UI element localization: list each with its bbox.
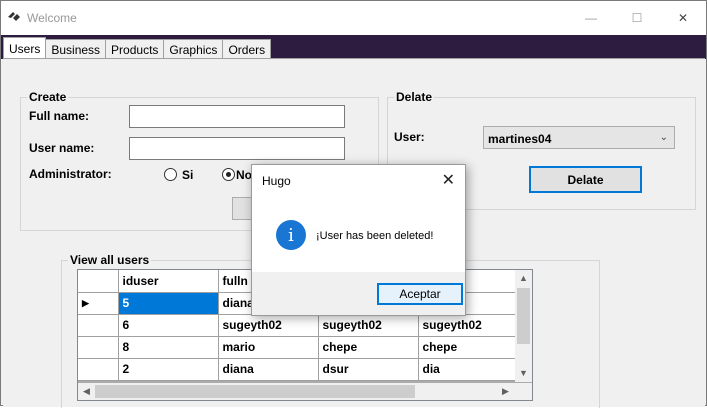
table-cell[interactable]: 8	[118, 336, 219, 359]
tab-business[interactable]: Business	[45, 39, 107, 59]
table-cell[interactable]: 5	[118, 292, 219, 315]
table-cell[interactable]: sugeyth02	[418, 314, 519, 337]
dialog-title: Hugo	[262, 174, 291, 188]
table-cell[interactable]: 2	[118, 358, 219, 381]
horizontal-scrollbar[interactable]: ◀ ▶	[78, 383, 516, 400]
table-cell[interactable]: 6	[118, 314, 219, 337]
create-group-title: Create	[27, 90, 69, 104]
delete-group-title: Delate	[394, 90, 435, 104]
horizontal-scroll-thumb[interactable]	[95, 385, 415, 398]
row-header-cell[interactable]	[78, 358, 119, 381]
delete-user-label: User:	[394, 130, 425, 144]
administrator-label: Administrator:	[29, 167, 112, 181]
dialog-message: ¡User has been deleted!	[316, 230, 434, 242]
view-users-title: View all users	[68, 253, 152, 267]
maximize-button[interactable]: ☐	[614, 1, 660, 35]
admin-no-radio[interactable]	[222, 168, 235, 181]
info-icon: i	[276, 220, 306, 250]
tab-bar: Users Business Products Graphics Orders	[3, 37, 272, 59]
table-cell[interactable]: dia	[418, 358, 519, 381]
row-header-cell[interactable]	[78, 336, 119, 359]
close-button[interactable]: ✕	[660, 1, 706, 35]
fullname-label: Full name:	[29, 109, 90, 123]
chevron-down-icon[interactable]: ⌄	[660, 132, 668, 143]
scrollbar-corner	[515, 383, 532, 400]
admin-si-radio[interactable]	[164, 168, 177, 181]
message-dialog: Hugo ✕ i ¡User has been deleted! Aceptar	[251, 164, 466, 316]
grid-corner-cell	[78, 270, 119, 293]
main-window: Welcome — ☐ ✕ Users Business Products Gr…	[0, 0, 707, 408]
username-label: User name:	[29, 141, 95, 155]
delete-user-value: martines04	[488, 132, 552, 146]
table-cell[interactable]: sugeyth02	[218, 314, 319, 337]
table-cell[interactable]: diana	[218, 358, 319, 381]
username-input[interactable]	[129, 137, 345, 160]
column-header-iduser[interactable]: iduser	[118, 270, 219, 293]
window-title: Welcome	[27, 11, 77, 25]
table-cell[interactable]: sugeyth02	[318, 314, 419, 337]
table-cell[interactable]: chepe	[318, 336, 419, 359]
minimize-button[interactable]: —	[568, 1, 614, 35]
accept-button[interactable]: Aceptar	[377, 283, 463, 305]
admin-si-label[interactable]: Si	[182, 168, 193, 182]
vertical-scroll-thumb[interactable]	[517, 288, 530, 344]
scroll-left-icon[interactable]: ◀	[83, 386, 90, 397]
table-cell[interactable]: chepe	[418, 336, 519, 359]
tab-users[interactable]: Users	[3, 37, 47, 59]
delete-user-combobox[interactable]: martines04 ⌄	[483, 126, 675, 149]
delete-button[interactable]: Delate	[529, 166, 642, 193]
current-row-marker-icon[interactable]: ▶	[78, 292, 119, 315]
dialog-footer: Aceptar	[252, 272, 465, 315]
row-header-cell[interactable]	[78, 314, 119, 337]
tab-orders[interactable]: Orders	[222, 39, 272, 59]
tab-products[interactable]: Products	[105, 39, 165, 59]
table-row[interactable]: 2 diana dsur dia	[78, 358, 519, 381]
app-icon	[8, 12, 20, 21]
table-cell[interactable]: dsur	[318, 358, 419, 381]
scroll-down-icon[interactable]: ▼	[519, 368, 528, 378]
table-row[interactable]: 8 mario chepe chepe	[78, 336, 519, 359]
scroll-right-icon[interactable]: ▶	[502, 386, 509, 397]
table-row[interactable]: 6 sugeyth02 sugeyth02 sugeyth02	[78, 314, 519, 337]
admin-no-label[interactable]: No	[236, 168, 252, 182]
dialog-close-icon[interactable]: ✕	[442, 170, 455, 190]
title-bar: Welcome — ☐ ✕	[1, 1, 706, 35]
tab-graphics[interactable]: Graphics	[163, 39, 224, 59]
fullname-input[interactable]	[129, 105, 345, 128]
table-cell[interactable]: mario	[218, 336, 319, 359]
scroll-up-icon[interactable]: ▲	[519, 273, 528, 283]
vertical-scrollbar[interactable]: ▲ ▼	[515, 270, 532, 382]
